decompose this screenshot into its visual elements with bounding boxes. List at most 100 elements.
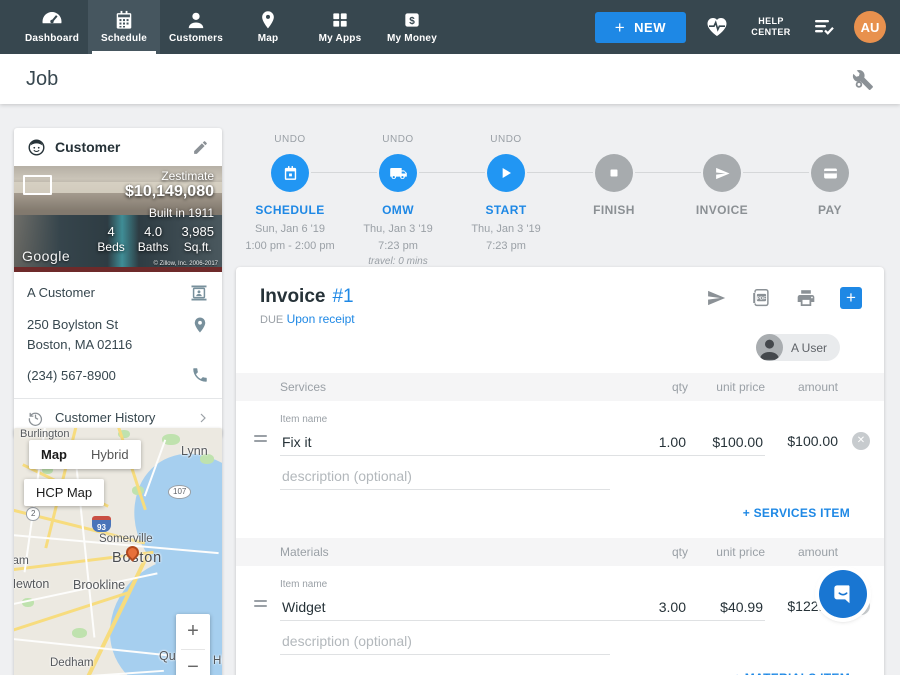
help-center-label[interactable]: HELP CENTER [748,16,794,38]
nav-label: Map [258,33,279,44]
service-line-item: Item name $100.00 ✕ [236,414,884,456]
remove-item-icon[interactable]: ✕ [852,432,870,450]
map-type-hybrid-button[interactable]: Hybrid [79,440,141,469]
tasks-check-icon[interactable] [812,17,836,37]
customer-name-row: A Customer [27,283,209,303]
street-view-frame-icon[interactable] [23,175,52,195]
drag-handle-icon[interactable] [254,600,274,607]
page-title: Job [26,68,58,91]
qty-header: qty [610,380,688,394]
add-materials-item-link[interactable]: + MATERIALS ITEM [734,671,850,675]
page-header: Job [0,54,900,104]
finish-step-button[interactable] [595,154,633,192]
property-photo: Zestimate $10,149,080 Built in 1911 4Bed… [14,166,222,272]
heart-pulse-icon[interactable] [704,15,730,39]
user-avatar[interactable]: AU [854,11,886,43]
wrench-gear-icon[interactable] [851,68,874,91]
route-shield-107: 107 [168,485,191,499]
add-invoice-item-button[interactable]: + [840,287,862,309]
person-icon [185,10,207,30]
unit-price-input[interactable] [688,428,765,456]
map-label: Somerville [99,533,153,545]
assignee-chip[interactable]: A User [756,334,840,361]
assignee-name: A User [791,341,827,355]
customer-address: 250 Boylston St Boston, MA 02116 [27,315,132,354]
customer-card: Customer Zestimate $10,149,080 Built in … [14,128,222,437]
zoom-out-button[interactable]: − [176,650,210,675]
amount-header: amount [765,380,838,394]
timeline-step-invoice: INVOICE [668,134,776,269]
schedule-step-button[interactable] [271,154,309,192]
nav-item-map[interactable]: Map [232,0,304,54]
top-nav: Dashboard Schedule Customers Map My Apps… [0,0,900,54]
undo-omw-button[interactable]: UNDO [382,134,413,147]
nav-label: My Money [387,33,437,44]
sqft-value: 3,985 [181,224,214,239]
nav-label: Schedule [101,33,147,44]
contact-card-icon[interactable] [189,283,209,303]
location-pin-icon[interactable] [191,315,209,335]
amount-header: amount [765,545,838,559]
map-type-map-button[interactable]: Map [29,440,79,469]
interstate-93-shield: 93 [92,516,111,532]
invoice-number[interactable]: #1 [332,286,353,308]
item-name-label: Item name [280,414,610,425]
chat-bubble-button[interactable] [819,570,867,618]
new-button[interactable]: + NEW [595,12,686,43]
pdf-icon[interactable]: PDF [750,287,772,309]
add-services-item-link[interactable]: + SERVICES ITEM [743,506,850,520]
due-value-link[interactable]: Upon receipt [287,312,355,326]
unit-price-header: unit price [688,380,765,394]
undo-schedule-button[interactable]: UNDO [274,134,305,147]
nav-item-customers[interactable]: Customers [160,0,232,54]
zoom-in-button[interactable]: + [176,614,210,649]
map-widget[interactable]: Burlington Lynn Somerville Waltham Bosto… [14,428,222,675]
qty-input[interactable] [610,428,688,456]
omw-step-button[interactable] [379,154,417,192]
dollar-icon: $ [402,10,422,30]
nav-items: Dashboard Schedule Customers Map My Apps… [16,0,448,54]
truck-icon [389,165,408,182]
item-name-input[interactable] [280,428,610,456]
undo-start-button[interactable]: UNDO [490,134,521,147]
hcp-map-button[interactable]: HCP Map [24,479,104,506]
calendar-icon [282,165,299,182]
description-input[interactable] [280,462,610,490]
sqft-label: Sq.ft. [181,240,214,254]
map-label: Hingham [213,655,222,667]
line-amount: $100.00 [765,433,838,456]
map-label: Dedham [50,657,93,669]
chat-bubble-icon [830,581,856,607]
face-icon [27,138,46,157]
qty-header: qty [610,545,688,559]
services-section-header: Services qty unit price amount [236,373,884,401]
pencil-icon[interactable] [192,139,209,156]
nav-label: My Apps [319,33,362,44]
credit-card-icon[interactable] [811,154,849,192]
photo-copyright: © Zillow, Inc. 2006-2017 [154,261,218,267]
calendar-icon [113,10,135,30]
play-icon [498,165,514,181]
material-line-item: Item name $122.97 ✕ [236,579,884,621]
send-icon[interactable] [705,288,727,308]
item-name-label: Item name [280,579,610,590]
description-input[interactable] [280,627,610,655]
step-label: OMW [382,203,414,217]
item-name-input[interactable] [280,593,610,621]
nav-item-schedule[interactable]: Schedule [88,0,160,54]
nav-item-dashboard[interactable]: Dashboard [16,0,88,54]
drag-handle-icon[interactable] [254,435,274,442]
qty-input[interactable] [610,593,688,621]
customer-details: A Customer 250 Boylston St Boston, MA 02… [14,272,222,386]
send-icon[interactable] [703,154,741,192]
nav-item-my-money[interactable]: $ My Money [376,0,448,54]
job-timeline: UNDO SCHEDULE Sun, Jan 6 '19 1:00 pm - 2… [236,134,884,269]
start-step-button[interactable] [487,154,525,192]
nav-item-my-apps[interactable]: My Apps [304,0,376,54]
new-button-label: NEW [634,20,666,35]
unit-price-input[interactable] [688,593,765,621]
printer-icon[interactable] [795,288,817,309]
phone-icon[interactable] [191,366,209,384]
section-title: Services [274,380,610,394]
customer-phone: (234) 567-8900 [27,366,116,386]
